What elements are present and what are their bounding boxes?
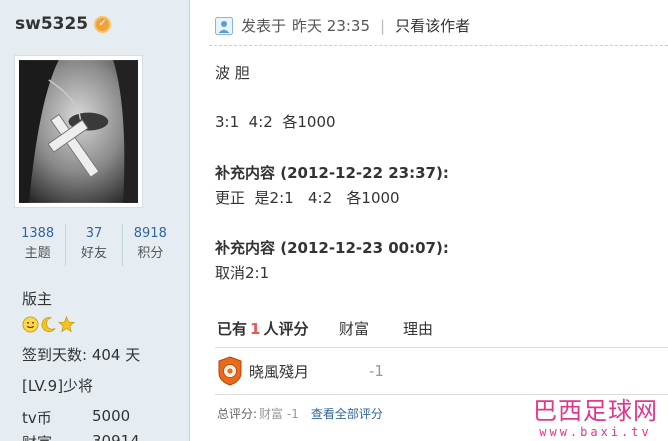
supplement-title: 补充内容 (2012-12-23 00:07):: [215, 239, 449, 257]
stat-points[interactable]: 8918 积分: [123, 224, 178, 266]
medals: [22, 316, 75, 333]
smiley-face-icon: [22, 316, 39, 333]
rating-col-wealth: 财富: [339, 320, 370, 338]
currency-value: 5000: [92, 407, 131, 425]
user-stats: 1388 主题 37 好友 8918 积分: [10, 224, 178, 266]
rating-prefix: 已有: [217, 320, 248, 338]
username-row: sw5325 ✓: [15, 14, 112, 34]
rater-avatar-badge-icon[interactable]: [217, 356, 243, 386]
stat-value: 37: [85, 226, 103, 241]
currency-value: 30914: [92, 432, 140, 441]
stat-value: 1388: [21, 226, 55, 241]
crescent-moon-icon: [41, 317, 56, 333]
divider: [209, 45, 668, 46]
post-body: 发表于 昨天 23:35 | 只看该作者 波 胆 3:1 4:2 各1000 补…: [191, 0, 668, 441]
rating-count: 1: [250, 320, 261, 338]
stat-topics[interactable]: 1388 主题: [10, 224, 67, 266]
post-meta: 发表于 昨天 23:35 | 只看该作者: [215, 15, 470, 36]
stat-label: 主题: [24, 246, 51, 261]
currency-tv: tv币 5000: [22, 407, 130, 428]
currency-key: tv币: [22, 409, 52, 427]
user-role[interactable]: 版主: [22, 288, 52, 309]
rating-summary: 总评分: 财富 -1 查看全部评分: [217, 405, 383, 422]
supplement-title: 补充内容 (2012-12-22 23:37):: [215, 164, 449, 182]
avatar[interactable]: [14, 55, 143, 208]
watermark-title: 巴西足球网: [533, 397, 658, 425]
supplement-body: 取消2:1: [215, 264, 270, 282]
stat-friends[interactable]: 37 好友: [66, 224, 123, 266]
stat-value: 8918: [133, 226, 167, 241]
stat-label: 积分: [137, 246, 164, 261]
rating-header: 已有 1 人评分 财富 理由: [217, 318, 433, 339]
site-watermark: 巴西足球网 www.baxi.tv: [533, 397, 658, 439]
verified-badge-icon: ✓: [94, 15, 112, 33]
summary-value: 财富 -1: [259, 407, 299, 421]
view-all-ratings-link[interactable]: 查看全部评分: [311, 405, 383, 422]
post-line: 波 胆: [215, 64, 250, 82]
star-icon: [58, 316, 75, 333]
user-sidebar: sw5325 ✓ 1388 主题 37 好友 8918 积分 版主 签到天数: …: [0, 0, 190, 441]
rating-title: 已有 1 人评分: [217, 318, 339, 339]
rating-row: 晓風殘月 -1: [217, 356, 384, 386]
divider: [215, 347, 668, 348]
supplement-body: 更正 是2:1 4:2 各1000: [215, 189, 400, 207]
only-author-link[interactable]: 只看该作者: [395, 15, 470, 36]
rating-col-reason: 理由: [403, 320, 434, 338]
rater-name-link[interactable]: 晓風殘月: [249, 361, 369, 382]
user-level: [LV.9]少将: [22, 377, 94, 395]
divider: |: [380, 16, 386, 35]
stat-label: 好友: [80, 246, 107, 261]
signin-days: 签到天数: 404 天: [22, 346, 141, 364]
post-line: 3:1 4:2 各1000: [215, 113, 336, 131]
rating-value: -1: [369, 362, 384, 380]
avatar-image: [19, 60, 138, 203]
currency-wealth: 财富 30914: [22, 432, 140, 441]
divider: [215, 394, 668, 395]
rating-suffix: 人评分: [263, 320, 309, 338]
user-online-icon: [215, 16, 233, 35]
posted-time: 昨天 23:35: [292, 17, 371, 35]
watermark-url: www.baxi.tv: [539, 425, 652, 439]
currency-key: 财富: [22, 432, 92, 441]
posted-prefix: 发表于: [241, 17, 287, 35]
username-link[interactable]: sw5325: [15, 14, 88, 34]
summary-label: 总评分:: [217, 407, 258, 421]
